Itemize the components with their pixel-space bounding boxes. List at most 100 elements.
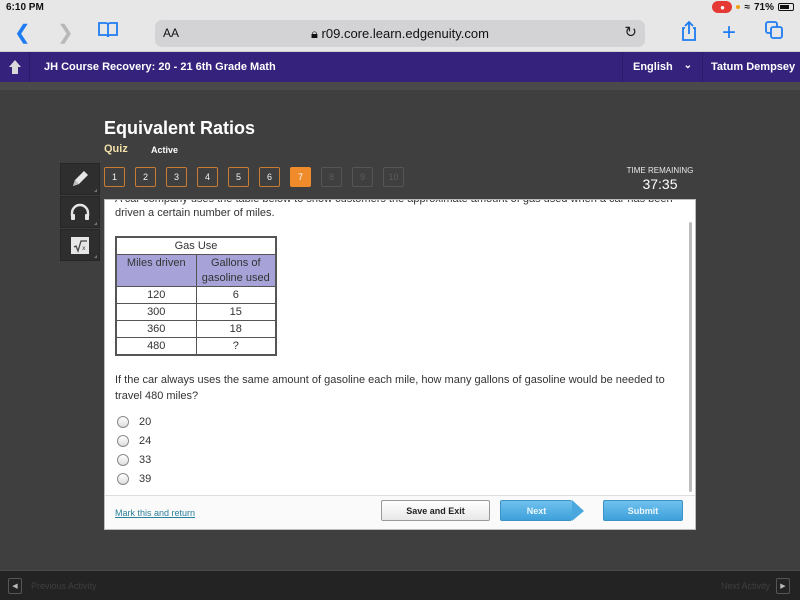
activity-status: Active bbox=[151, 145, 179, 155]
battery-icon bbox=[778, 3, 794, 11]
previous-activity-label[interactable]: Previous Activity bbox=[31, 581, 97, 591]
square-root-icon: x bbox=[71, 237, 89, 254]
language-select[interactable]: English ⌄ bbox=[622, 52, 702, 82]
course-header: JH Course Recovery: 20 - 21 6th Grade Ma… bbox=[0, 52, 800, 82]
book-icon bbox=[98, 22, 118, 38]
home-button[interactable] bbox=[0, 52, 30, 82]
table-cell: 6 bbox=[195, 286, 277, 304]
table-cell: 480 bbox=[115, 337, 197, 356]
question-nav-button[interactable]: 4 bbox=[197, 167, 218, 187]
choice-label: 39 bbox=[139, 472, 152, 485]
question-nav-button-current[interactable]: 7 bbox=[290, 167, 311, 187]
question-nav-button[interactable]: 2 bbox=[135, 167, 156, 187]
question-nav-button-disabled: 8 bbox=[321, 167, 342, 187]
pencil-icon bbox=[73, 171, 88, 186]
answer-choice[interactable]: 39 bbox=[117, 469, 151, 488]
radio-button[interactable] bbox=[117, 415, 129, 428]
table-caption: Gas Use bbox=[115, 236, 277, 255]
address-bar[interactable]: AA 🔒︎ r09.core.learn.edgenuity.com ↻ bbox=[155, 20, 645, 47]
question-nav-button[interactable]: 6 bbox=[259, 167, 280, 187]
reload-icon[interactable]: ↻ bbox=[624, 23, 637, 41]
question-nav-button-disabled: 10 bbox=[383, 167, 404, 187]
table-cell: 300 bbox=[115, 303, 197, 321]
svg-text:x: x bbox=[82, 245, 86, 252]
choice-label: 24 bbox=[139, 434, 152, 447]
question-footer: Mark this and return Save and Exit Next … bbox=[105, 495, 695, 529]
submit-button[interactable]: Submit bbox=[603, 500, 683, 521]
wifi-icon: ≈ bbox=[744, 1, 750, 13]
next-button[interactable]: Next bbox=[500, 500, 572, 521]
timer-value: 37:35 bbox=[642, 176, 678, 192]
lock-icon: 🔒︎ bbox=[311, 26, 322, 41]
question-nav-button[interactable]: 5 bbox=[228, 167, 249, 187]
home-icon bbox=[8, 60, 21, 74]
content-scrollbar[interactable] bbox=[689, 222, 692, 492]
chevron-down-icon: ⌄ bbox=[683, 60, 692, 71]
question-nav: 1 2 3 4 5 6 7 8 9 10 bbox=[104, 167, 404, 187]
mark-and-return-link[interactable]: Mark this and return bbox=[115, 508, 195, 518]
table-row: 360 18 bbox=[115, 320, 277, 338]
previous-activity-button[interactable]: ◀ bbox=[8, 578, 22, 594]
question-nav-button[interactable]: 1 bbox=[104, 167, 125, 187]
question-intro: driven a certain number of miles. bbox=[115, 207, 275, 219]
choice-label: 20 bbox=[139, 415, 152, 428]
language-label: English bbox=[633, 61, 673, 73]
caret-right-icon: ▶ bbox=[780, 583, 786, 590]
back-button[interactable]: ❮ bbox=[14, 20, 31, 46]
table-row: 120 6 bbox=[115, 286, 277, 304]
pencil-tool-button[interactable] bbox=[60, 163, 100, 195]
activity-nav-bar: ◀ Previous Activity Next Activity ▶ bbox=[0, 570, 800, 600]
browser-toolbar: ❮ ❯ AA 🔒︎ r09.core.learn.edgenuity.com ↻… bbox=[0, 16, 800, 52]
next-activity-button[interactable]: ▶ bbox=[776, 578, 790, 594]
table-row: 300 15 bbox=[115, 303, 277, 321]
status-time: 6:10 PM bbox=[6, 2, 44, 13]
next-arrow-icon[interactable] bbox=[572, 500, 584, 521]
share-icon bbox=[682, 20, 696, 41]
user-menu[interactable]: Tatum Dempsey bbox=[702, 52, 800, 82]
privacy-dot-icon bbox=[736, 5, 741, 9]
radio-button[interactable] bbox=[117, 453, 129, 466]
next-activity-label[interactable]: Next Activity bbox=[721, 581, 770, 591]
activity-type: Quiz bbox=[104, 143, 128, 155]
headphones-icon bbox=[70, 203, 90, 220]
url-text: r09.core.learn.edgenuity.com bbox=[321, 26, 489, 41]
question-content: A car company uses the table below to sh… bbox=[105, 200, 683, 495]
question-panel: A car company uses the table below to sh… bbox=[104, 199, 696, 530]
gas-use-table: Gas Use Miles driven Gallons of gasoline… bbox=[115, 236, 277, 356]
tabs-icon bbox=[765, 21, 783, 39]
microphone-icon: ● bbox=[712, 1, 733, 13]
question-nav-button-disabled: 9 bbox=[352, 167, 373, 187]
question-prompt: If the car always uses the same amount o… bbox=[115, 374, 665, 402]
answer-choices: 20 24 33 39 bbox=[117, 412, 151, 488]
table-header: Gallons of gasoline used bbox=[195, 254, 277, 287]
question-nav-button[interactable]: 3 bbox=[166, 167, 187, 187]
header-divider bbox=[0, 82, 800, 90]
share-button[interactable] bbox=[680, 20, 698, 49]
radio-button[interactable] bbox=[117, 472, 129, 485]
course-title: JH Course Recovery: 20 - 21 6th Grade Ma… bbox=[44, 61, 276, 73]
save-and-exit-button[interactable]: Save and Exit bbox=[381, 500, 490, 521]
table-cell: 15 bbox=[195, 303, 277, 321]
user-name: Tatum Dempsey bbox=[711, 61, 796, 73]
table-cell: 18 bbox=[195, 320, 277, 338]
tabs-button[interactable] bbox=[764, 20, 784, 47]
formula-tool-button[interactable]: x bbox=[60, 229, 100, 261]
caret-left-icon: ◀ bbox=[12, 583, 18, 590]
table-cell: 120 bbox=[115, 286, 197, 304]
forward-button[interactable]: ❯ bbox=[57, 20, 74, 46]
answer-choice[interactable]: 24 bbox=[117, 431, 151, 450]
status-bar: 6:10 PM ● ≈ 71% bbox=[0, 0, 800, 16]
table-row: 480 ? bbox=[115, 337, 277, 356]
table-header: Miles driven bbox=[115, 254, 197, 287]
new-tab-button[interactable]: + bbox=[722, 20, 736, 46]
timer-label: TIME REMAINING bbox=[626, 166, 694, 175]
audio-tool-button[interactable] bbox=[60, 196, 100, 228]
bookmarks-button[interactable] bbox=[97, 20, 119, 47]
activity-title: Equivalent Ratios bbox=[104, 118, 256, 138]
battery-percent: 71% bbox=[753, 1, 774, 13]
table-cell: ? bbox=[195, 337, 277, 356]
answer-choice[interactable]: 33 bbox=[117, 450, 151, 469]
choice-label: 33 bbox=[139, 453, 152, 466]
radio-button[interactable] bbox=[117, 434, 129, 447]
answer-choice[interactable]: 20 bbox=[117, 412, 151, 431]
